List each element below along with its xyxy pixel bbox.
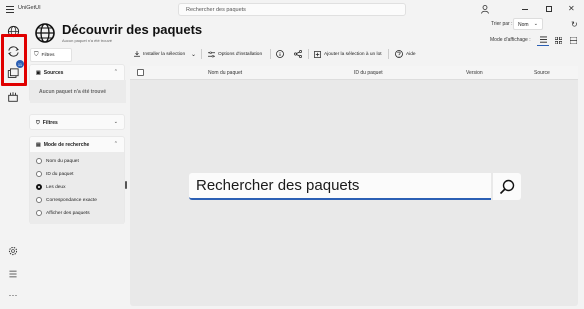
- radio-button[interactable]: [36, 171, 42, 177]
- toolbar-divider: [270, 49, 271, 59]
- filters-section-header[interactable]: ⛉ Filtres: [30, 115, 124, 130]
- info-icon: [276, 50, 284, 58]
- search-mode-title: Mode de recherche: [43, 141, 90, 148]
- reload-icon[interactable]: ↻: [571, 20, 578, 29]
- options-icon: [208, 51, 215, 57]
- table-header: Nom du paquet ID du paquet Version Sourc…: [130, 66, 578, 80]
- package-manager-icon: [9, 270, 17, 278]
- icon-view-icon[interactable]: [567, 34, 579, 46]
- filters-label: Filtres: [41, 52, 55, 58]
- share-button[interactable]: [294, 48, 302, 60]
- minimize-icon[interactable]: [522, 9, 528, 10]
- radio-button-selected[interactable]: [36, 184, 42, 190]
- add-bundle-icon: [314, 50, 321, 58]
- user-icon[interactable]: [480, 4, 490, 14]
- main-search-button[interactable]: [493, 173, 521, 200]
- filters-section[interactable]: ⛉ Filtres ⌄: [29, 114, 125, 130]
- help-button[interactable]: Aide: [395, 48, 416, 60]
- chevron-down-icon: ⌄: [533, 21, 538, 27]
- search-mode-options: Nom du paquet ID du paquet Les deux Corr…: [30, 152, 124, 224]
- install-selection-button[interactable]: Installer la sélection: [134, 48, 185, 60]
- help-icon: [395, 50, 403, 58]
- nav-installed[interactable]: [3, 65, 23, 83]
- install-selection-label: Installer la sélection: [143, 51, 186, 57]
- title-bar: UniGetUI Rechercher des paquets ✕: [0, 0, 584, 20]
- radio-button[interactable]: [36, 210, 42, 216]
- nav-bundles[interactable]: [3, 88, 23, 106]
- help-label: Aide: [406, 51, 416, 57]
- grid-view-icon[interactable]: [552, 34, 564, 46]
- download-icon: [134, 51, 140, 57]
- chevron-down-icon[interactable]: ⌄: [114, 119, 118, 125]
- panel-splitter-handle[interactable]: [125, 181, 127, 189]
- filters-toggle-button[interactable]: ⛉ Filtres: [30, 48, 72, 62]
- search-mode-icon: ▤: [36, 141, 41, 148]
- app-title: UniGetUI: [18, 5, 41, 11]
- install-options-label: Options d'installation: [218, 51, 263, 57]
- sources-empty-message: Aucun paquet n'a été trouvé: [30, 80, 126, 103]
- sources-section: ▣ Sources ⌃ Aucun paquet n'a été trouvé: [29, 64, 126, 103]
- add-to-bundle-button[interactable]: Ajouter la sélection à un lot: [314, 48, 382, 60]
- radio-package-name[interactable]: Nom du paquet: [36, 155, 79, 167]
- chevron-up-icon[interactable]: ⌃: [114, 69, 118, 75]
- toolbar-divider: [201, 49, 202, 59]
- nav-logs[interactable]: [3, 265, 23, 283]
- install-options-button[interactable]: Options d'installation: [208, 48, 262, 60]
- globe-icon: [35, 23, 55, 43]
- radio-label: ID du paquet: [46, 171, 74, 177]
- sources-header[interactable]: ▣ Sources: [30, 65, 124, 80]
- sources-title: Sources: [43, 69, 64, 76]
- sources-icon: ▣: [36, 69, 41, 76]
- add-to-bundle-label: Ajouter la sélection à un lot: [324, 51, 382, 57]
- maximize-icon[interactable]: [546, 6, 552, 12]
- radio-package-id[interactable]: ID du paquet: [36, 168, 73, 180]
- installed-packages-icon: [7, 68, 19, 78]
- sort-select[interactable]: Nom ⌄: [513, 18, 543, 30]
- close-icon[interactable]: ✕: [568, 4, 575, 13]
- view-mode-label: Mode d'affichage :: [490, 37, 531, 43]
- search-icon: [499, 179, 515, 194]
- package-details-button[interactable]: [276, 48, 284, 60]
- gear-icon: [8, 246, 18, 256]
- radio-label: Correspondance exacte: [46, 197, 97, 203]
- search-mode-header[interactable]: ▤ Mode de recherche: [30, 137, 124, 152]
- page-title: Découvrir des paquets: [62, 22, 203, 37]
- main-search-input[interactable]: Rechercher des paquets: [189, 173, 491, 200]
- chevron-down-icon[interactable]: ⌄: [191, 48, 196, 60]
- bundle-icon: [8, 92, 18, 102]
- filter-icon: ⛉: [36, 119, 40, 126]
- radio-button[interactable]: [36, 158, 42, 164]
- share-icon: [294, 50, 302, 58]
- top-search-input[interactable]: Rechercher des paquets: [178, 3, 406, 16]
- nav-bar: 11 ···: [0, 20, 28, 309]
- radio-show-packages[interactable]: Afficher des paquets: [36, 207, 90, 219]
- page-subtitle: Aucun paquet n'a été trouvé: [62, 38, 112, 43]
- toolbar-divider: [388, 49, 389, 59]
- sort-label: Trier par :: [491, 21, 513, 27]
- list-view-icon[interactable]: [537, 34, 549, 46]
- search-mode-section: ▤ Mode de recherche ⌃ Nom du paquet ID d…: [29, 136, 125, 224]
- menu-icon[interactable]: [6, 6, 14, 13]
- nav-settings[interactable]: [3, 242, 23, 260]
- column-package-id[interactable]: ID du paquet: [354, 70, 383, 76]
- chevron-up-icon[interactable]: ⌃: [114, 141, 118, 147]
- radio-label: Nom du paquet: [46, 158, 79, 164]
- radio-exact-match[interactable]: Correspondance exacte: [36, 194, 97, 206]
- toolbar-divider: [308, 49, 309, 59]
- column-source[interactable]: Source: [534, 70, 550, 76]
- filter-icon: ⛉: [34, 51, 39, 58]
- radio-button[interactable]: [36, 197, 42, 203]
- filters-section-title: Filtres: [42, 119, 58, 126]
- radio-label: Les deux: [46, 184, 66, 190]
- more-icon[interactable]: ···: [3, 286, 23, 304]
- sort-value: Nom: [518, 22, 529, 28]
- radio-label: Afficher des paquets: [46, 210, 90, 216]
- column-package-name[interactable]: Nom du paquet: [208, 70, 242, 76]
- column-version[interactable]: Version: [466, 70, 483, 76]
- radio-both[interactable]: Les deux: [36, 181, 65, 193]
- select-all-checkbox[interactable]: [137, 69, 144, 76]
